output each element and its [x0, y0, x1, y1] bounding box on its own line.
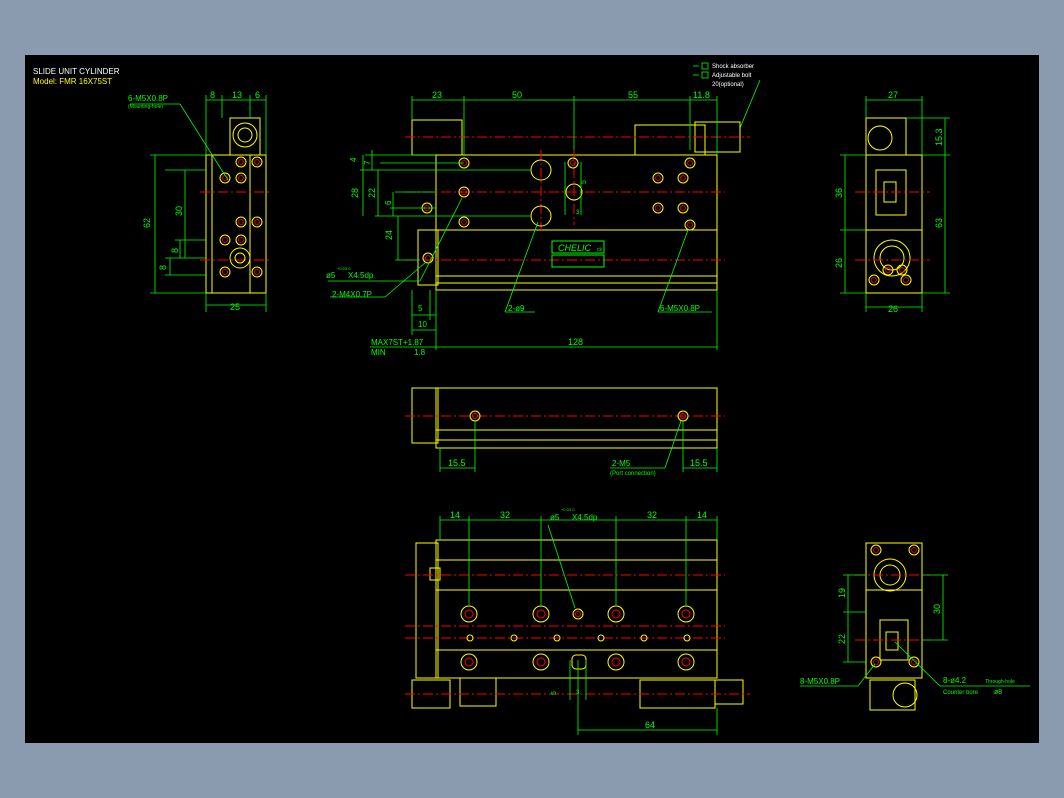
- end-dim-30: 30: [932, 604, 942, 614]
- right-dim-63: 63: [934, 218, 944, 228]
- end-dim-22: 22: [837, 634, 847, 644]
- bottom-view: 14 32 32 14 ø5 +0.03 0 X4.5dp 5 3 64: [405, 507, 750, 735]
- front-dim-10: 10: [418, 320, 427, 329]
- brand-sub: ck: [597, 247, 603, 253]
- bottom-length: 64: [645, 720, 655, 730]
- front-small-5: 5: [581, 180, 588, 184]
- bottom-dim-32b: 32: [647, 510, 657, 520]
- bottom-dia-depth: X4.5dp: [572, 513, 598, 522]
- front-dia-depth: X4.5dp: [348, 271, 374, 280]
- end-thru: 8-ø4.2: [943, 676, 967, 685]
- end-dim-19: 19: [837, 588, 847, 598]
- front-min-value: 1.8: [414, 348, 426, 357]
- legend-bolt: Adjustable bolt: [712, 73, 752, 79]
- end-tap: 8-M5X0.8P: [800, 677, 840, 686]
- front-length: 128: [568, 337, 583, 347]
- front-dia-note: ø5: [326, 271, 336, 280]
- end-cbore: Counter bore: [943, 690, 979, 696]
- legend-shock: Shock absorber: [712, 64, 754, 70]
- front-dim-6: 6: [384, 200, 393, 205]
- left-dim-6: 6: [255, 90, 260, 100]
- cad-drawing: Shock absorber Adjustable bolt 20(option…: [128, 62, 1030, 735]
- right-view: 27 15.3 63 36 26 26: [834, 90, 950, 314]
- mid-dim-left: 15.5: [448, 458, 466, 468]
- front-mount: 6-M5X0.8P: [660, 304, 700, 313]
- left-dim-30: 30: [174, 206, 184, 216]
- left-view: 8 13 6 6-M5X0.8P (Mounting-hole) 62 30 8…: [128, 90, 272, 312]
- middle-view: 15.5 15.5 2-M5 (Port connection): [405, 387, 725, 477]
- bottom-dia-tol: +0.03 0: [561, 507, 575, 512]
- bottom-dim-14a: 14: [450, 510, 460, 520]
- front-tap: 2-M4X0.7P: [332, 290, 372, 299]
- legend-optional: 20(optional): [712, 82, 744, 88]
- left-dim-8b: 8: [158, 265, 168, 270]
- front-dim-28: 28: [350, 188, 360, 198]
- front-dim-24: 24: [384, 230, 394, 240]
- right-dim-27: 27: [888, 90, 898, 100]
- end-thru-sub: Through-hole: [985, 679, 1015, 685]
- end-view: 19 22 30 8-M5X0.8P 8-ø4.2 Through-hole C…: [800, 542, 1030, 711]
- mid-port-sub: (Port connection): [610, 471, 656, 477]
- front-small-3: 3: [576, 210, 580, 216]
- front-dim-7: 7: [363, 160, 372, 165]
- mid-port: 2-M5: [612, 459, 631, 468]
- bottom-dim-32a: 32: [500, 510, 510, 520]
- left-hole-label: 6-M5X0.8P: [128, 94, 168, 103]
- right-dim-36: 36: [834, 188, 844, 198]
- bottom-small-5: 5: [551, 691, 558, 695]
- left-dim-8a: 8: [170, 248, 180, 253]
- brand-label: CHELIC: [558, 243, 592, 253]
- front-dim-11-8: 11.8: [693, 90, 710, 100]
- left-hole-sub: (Mounting-hole): [128, 104, 163, 110]
- bottom-dim-14b: 14: [697, 510, 707, 520]
- left-dim-25: 25: [230, 302, 240, 312]
- end-cbore-val: ø8: [994, 689, 1002, 696]
- front-holes: 2-ø9: [508, 304, 525, 313]
- front-dim-22: 22: [367, 188, 377, 198]
- bottom-small-3: 3: [576, 690, 580, 696]
- front-min: MIN: [371, 348, 386, 357]
- left-dim-8: 8: [210, 90, 215, 100]
- mid-dim-right: 15.5: [690, 458, 708, 468]
- front-dim-50: 50: [512, 90, 522, 100]
- left-dim-62: 62: [142, 218, 152, 228]
- left-dim-13: 13: [232, 90, 242, 100]
- front-dim-4: 4: [349, 157, 358, 162]
- front-view: CHELIC ck 23 50 55 11.8 4 7 28 22 6 24 ø…: [326, 90, 750, 357]
- right-dim-bottom: 26: [888, 304, 898, 314]
- front-dim-23: 23: [432, 90, 442, 100]
- right-dim-15-3: 15.3: [934, 128, 944, 146]
- bottom-dia-note: ø5: [550, 513, 560, 522]
- front-dim-55: 55: [628, 90, 638, 100]
- front-dim-5: 5: [418, 304, 423, 313]
- right-dim-26: 26: [834, 258, 844, 268]
- front-max: MAX7ST+1.87: [371, 338, 424, 347]
